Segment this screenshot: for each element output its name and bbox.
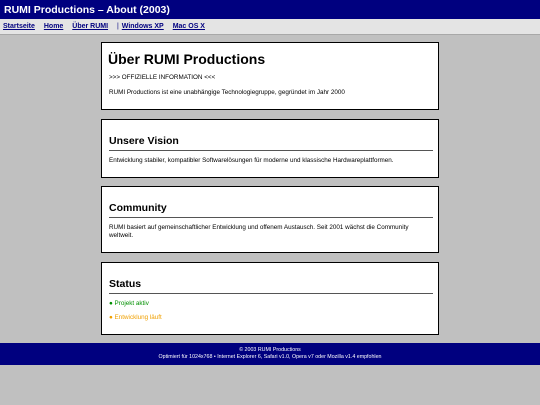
vision-box: Unsere Vision Entwicklung stabiler, komp… bbox=[101, 119, 439, 178]
nav-link-ueber-rumi[interactable]: Über RUMI bbox=[72, 23, 108, 30]
about-box: Über RUMI Productions >>> OFFIZIELLE INF… bbox=[101, 42, 439, 110]
vision-text: Entwicklung stabiler, kompatibler Softwa… bbox=[109, 157, 394, 164]
community-box: Community RUMI basiert auf gemeinschaftl… bbox=[101, 186, 439, 253]
status-heading: Status bbox=[109, 278, 433, 294]
about-description: RUMI Productions ist eine unabhängige Te… bbox=[109, 89, 345, 96]
status-box: Status ● Projekt aktiv ● Entwicklung läu… bbox=[101, 262, 439, 335]
nav-link-windows-xp[interactable]: Windows XP bbox=[122, 23, 164, 30]
nav-link-mac-os-x[interactable]: Mac OS X bbox=[173, 23, 205, 30]
vision-heading: Unsere Vision bbox=[109, 135, 433, 151]
status-item-project-active: ● Projekt aktiv bbox=[109, 300, 149, 307]
status-item-development: ● Entwicklung läuft bbox=[109, 314, 162, 321]
window-title: RUMI Productions – About (2003) bbox=[0, 0, 540, 19]
nav-bar: Startseite Home Über RUMI | Windows XP M… bbox=[0, 19, 540, 35]
official-info-label: >>> OFFIZIELLE INFORMATION <<< bbox=[109, 74, 216, 81]
about-heading: Über RUMI Productions bbox=[108, 51, 266, 67]
footer: © 2003 RUMI Productions Optimiert für 10… bbox=[0, 343, 540, 365]
footer-optimized-note: Optimiert für 1024x768 • Internet Explor… bbox=[158, 353, 382, 360]
community-heading: Community bbox=[109, 202, 433, 218]
nav-separator: | bbox=[117, 23, 119, 30]
nav-link-home[interactable]: Home bbox=[44, 23, 63, 30]
nav-link-startseite[interactable]: Startseite bbox=[3, 23, 35, 30]
community-text: RUMI basiert auf gemeinschaftlicher Entw… bbox=[109, 224, 409, 239]
